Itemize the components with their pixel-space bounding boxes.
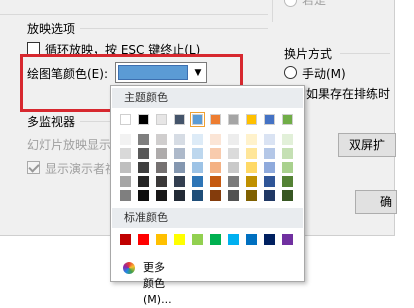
theme-shade-swatch[interactable] bbox=[138, 176, 149, 187]
top-divider bbox=[0, 14, 268, 15]
theme-shade-swatch[interactable] bbox=[228, 162, 239, 173]
use-timings-label: 如果存在排练时 bbox=[306, 87, 391, 101]
playback-options-title: 放映选项 bbox=[27, 22, 76, 36]
theme-shade-swatch[interactable] bbox=[174, 134, 185, 145]
theme-shade-swatch[interactable] bbox=[138, 148, 149, 159]
theme-color-swatch[interactable] bbox=[156, 114, 167, 125]
theme-shade-swatch[interactable] bbox=[120, 162, 131, 173]
theme-shade-swatch[interactable] bbox=[192, 134, 203, 145]
theme-shade-swatch[interactable] bbox=[228, 176, 239, 187]
theme-shade-swatch[interactable] bbox=[210, 190, 221, 201]
manual-advance-label: 手动(M) bbox=[302, 67, 346, 81]
theme-shade-swatch[interactable] bbox=[264, 148, 275, 159]
presenter-view-label: 显示演示者视 bbox=[45, 162, 118, 176]
theme-color-swatch[interactable] bbox=[174, 114, 185, 125]
theme-shade-swatch[interactable] bbox=[192, 176, 203, 187]
monitors-rule bbox=[80, 121, 110, 122]
theme-shade-swatch[interactable] bbox=[192, 162, 203, 173]
color-picker-popup: 主题颜色 标准颜色 更多颜色(M)... bbox=[110, 85, 305, 306]
theme-shade-swatch[interactable] bbox=[210, 162, 221, 173]
show-on-label: 幻灯片放映显示于 bbox=[27, 138, 124, 152]
theme-shade-swatch[interactable] bbox=[282, 148, 293, 159]
theme-color-swatch[interactable] bbox=[264, 114, 275, 125]
theme-shade-swatch[interactable] bbox=[264, 162, 275, 173]
theme-shade-swatch[interactable] bbox=[174, 162, 185, 173]
ok-button[interactable]: 确 bbox=[355, 190, 397, 214]
theme-shade-swatch[interactable] bbox=[174, 148, 185, 159]
theme-shade-swatch[interactable] bbox=[210, 148, 221, 159]
standard-color-swatch[interactable] bbox=[120, 234, 131, 245]
standard-color-swatch[interactable] bbox=[228, 234, 239, 245]
theme-shade-swatch[interactable] bbox=[156, 148, 167, 159]
monitors-title: 多监视器 bbox=[27, 115, 76, 129]
theme-shade-swatch[interactable] bbox=[156, 190, 167, 201]
theme-shade-swatch[interactable] bbox=[246, 148, 257, 159]
theme-shade-swatch[interactable] bbox=[174, 176, 185, 187]
standard-color-swatch[interactable] bbox=[156, 234, 167, 245]
advance-slides-rule bbox=[340, 53, 390, 54]
theme-shade-swatch[interactable] bbox=[246, 176, 257, 187]
advance-slides-title: 换片方式 bbox=[284, 47, 333, 61]
theme-shade-swatch[interactable] bbox=[228, 190, 239, 201]
more-colors-label: 更多颜色(M)... bbox=[143, 261, 172, 306]
color-wheel-icon bbox=[123, 262, 135, 274]
theme-shade-swatch[interactable] bbox=[138, 190, 149, 201]
theme-shade-swatch[interactable] bbox=[246, 162, 257, 173]
standard-color-swatch[interactable] bbox=[192, 234, 203, 245]
theme-shade-swatch[interactable] bbox=[156, 134, 167, 145]
presenter-view-checkbox[interactable] bbox=[27, 161, 40, 174]
theme-shade-swatch[interactable] bbox=[174, 190, 185, 201]
standard-color-swatch[interactable] bbox=[282, 234, 293, 245]
theme-shade-swatch[interactable] bbox=[138, 162, 149, 173]
top-partial-label: 若是 bbox=[302, 0, 327, 7]
standard-color-swatch[interactable] bbox=[174, 234, 185, 245]
theme-shade-swatch[interactable] bbox=[120, 134, 131, 145]
standard-color-swatch[interactable] bbox=[210, 234, 221, 245]
theme-colors-header: 主题颜色 bbox=[112, 88, 303, 108]
theme-shade-swatch[interactable] bbox=[282, 176, 293, 187]
playback-options-rule bbox=[80, 28, 268, 29]
theme-color-swatch[interactable] bbox=[246, 114, 257, 125]
theme-shade-swatch[interactable] bbox=[264, 190, 275, 201]
theme-shade-swatch[interactable] bbox=[192, 148, 203, 159]
manual-advance-radio[interactable] bbox=[284, 66, 297, 79]
theme-shade-swatch[interactable] bbox=[120, 176, 131, 187]
theme-shade-swatch[interactable] bbox=[228, 148, 239, 159]
theme-shade-swatch[interactable] bbox=[120, 190, 131, 201]
theme-shade-swatch[interactable] bbox=[192, 190, 203, 201]
theme-color-swatch[interactable] bbox=[138, 114, 149, 125]
theme-shade-swatch[interactable] bbox=[246, 190, 257, 201]
standard-color-swatch[interactable] bbox=[264, 234, 275, 245]
theme-shade-swatch[interactable] bbox=[156, 176, 167, 187]
theme-shade-swatch[interactable] bbox=[282, 134, 293, 145]
theme-shade-swatch[interactable] bbox=[282, 190, 293, 201]
top-partial-radio[interactable] bbox=[284, 0, 297, 7]
dual-screen-button[interactable]: 双屏扩 bbox=[338, 133, 396, 157]
standard-colors-header: 标准颜色 bbox=[112, 208, 303, 228]
theme-shade-swatch[interactable] bbox=[282, 162, 293, 173]
theme-shade-swatch[interactable] bbox=[156, 162, 167, 173]
theme-shade-swatch[interactable] bbox=[120, 148, 131, 159]
theme-shade-swatch[interactable] bbox=[228, 134, 239, 145]
theme-shade-swatch[interactable] bbox=[138, 134, 149, 145]
theme-shade-swatch[interactable] bbox=[210, 176, 221, 187]
theme-color-swatch[interactable] bbox=[228, 114, 239, 125]
theme-shade-swatch[interactable] bbox=[264, 176, 275, 187]
standard-color-swatch[interactable] bbox=[246, 234, 257, 245]
theme-color-swatch[interactable] bbox=[120, 114, 131, 125]
theme-color-swatch[interactable] bbox=[190, 112, 205, 127]
standard-color-swatch[interactable] bbox=[138, 234, 149, 245]
theme-shade-swatch[interactable] bbox=[210, 134, 221, 145]
theme-color-swatch[interactable] bbox=[282, 114, 293, 125]
column-divider bbox=[272, 0, 273, 22]
theme-shade-swatch[interactable] bbox=[264, 134, 275, 145]
theme-color-swatch[interactable] bbox=[210, 114, 221, 125]
theme-shade-swatch[interactable] bbox=[246, 134, 257, 145]
